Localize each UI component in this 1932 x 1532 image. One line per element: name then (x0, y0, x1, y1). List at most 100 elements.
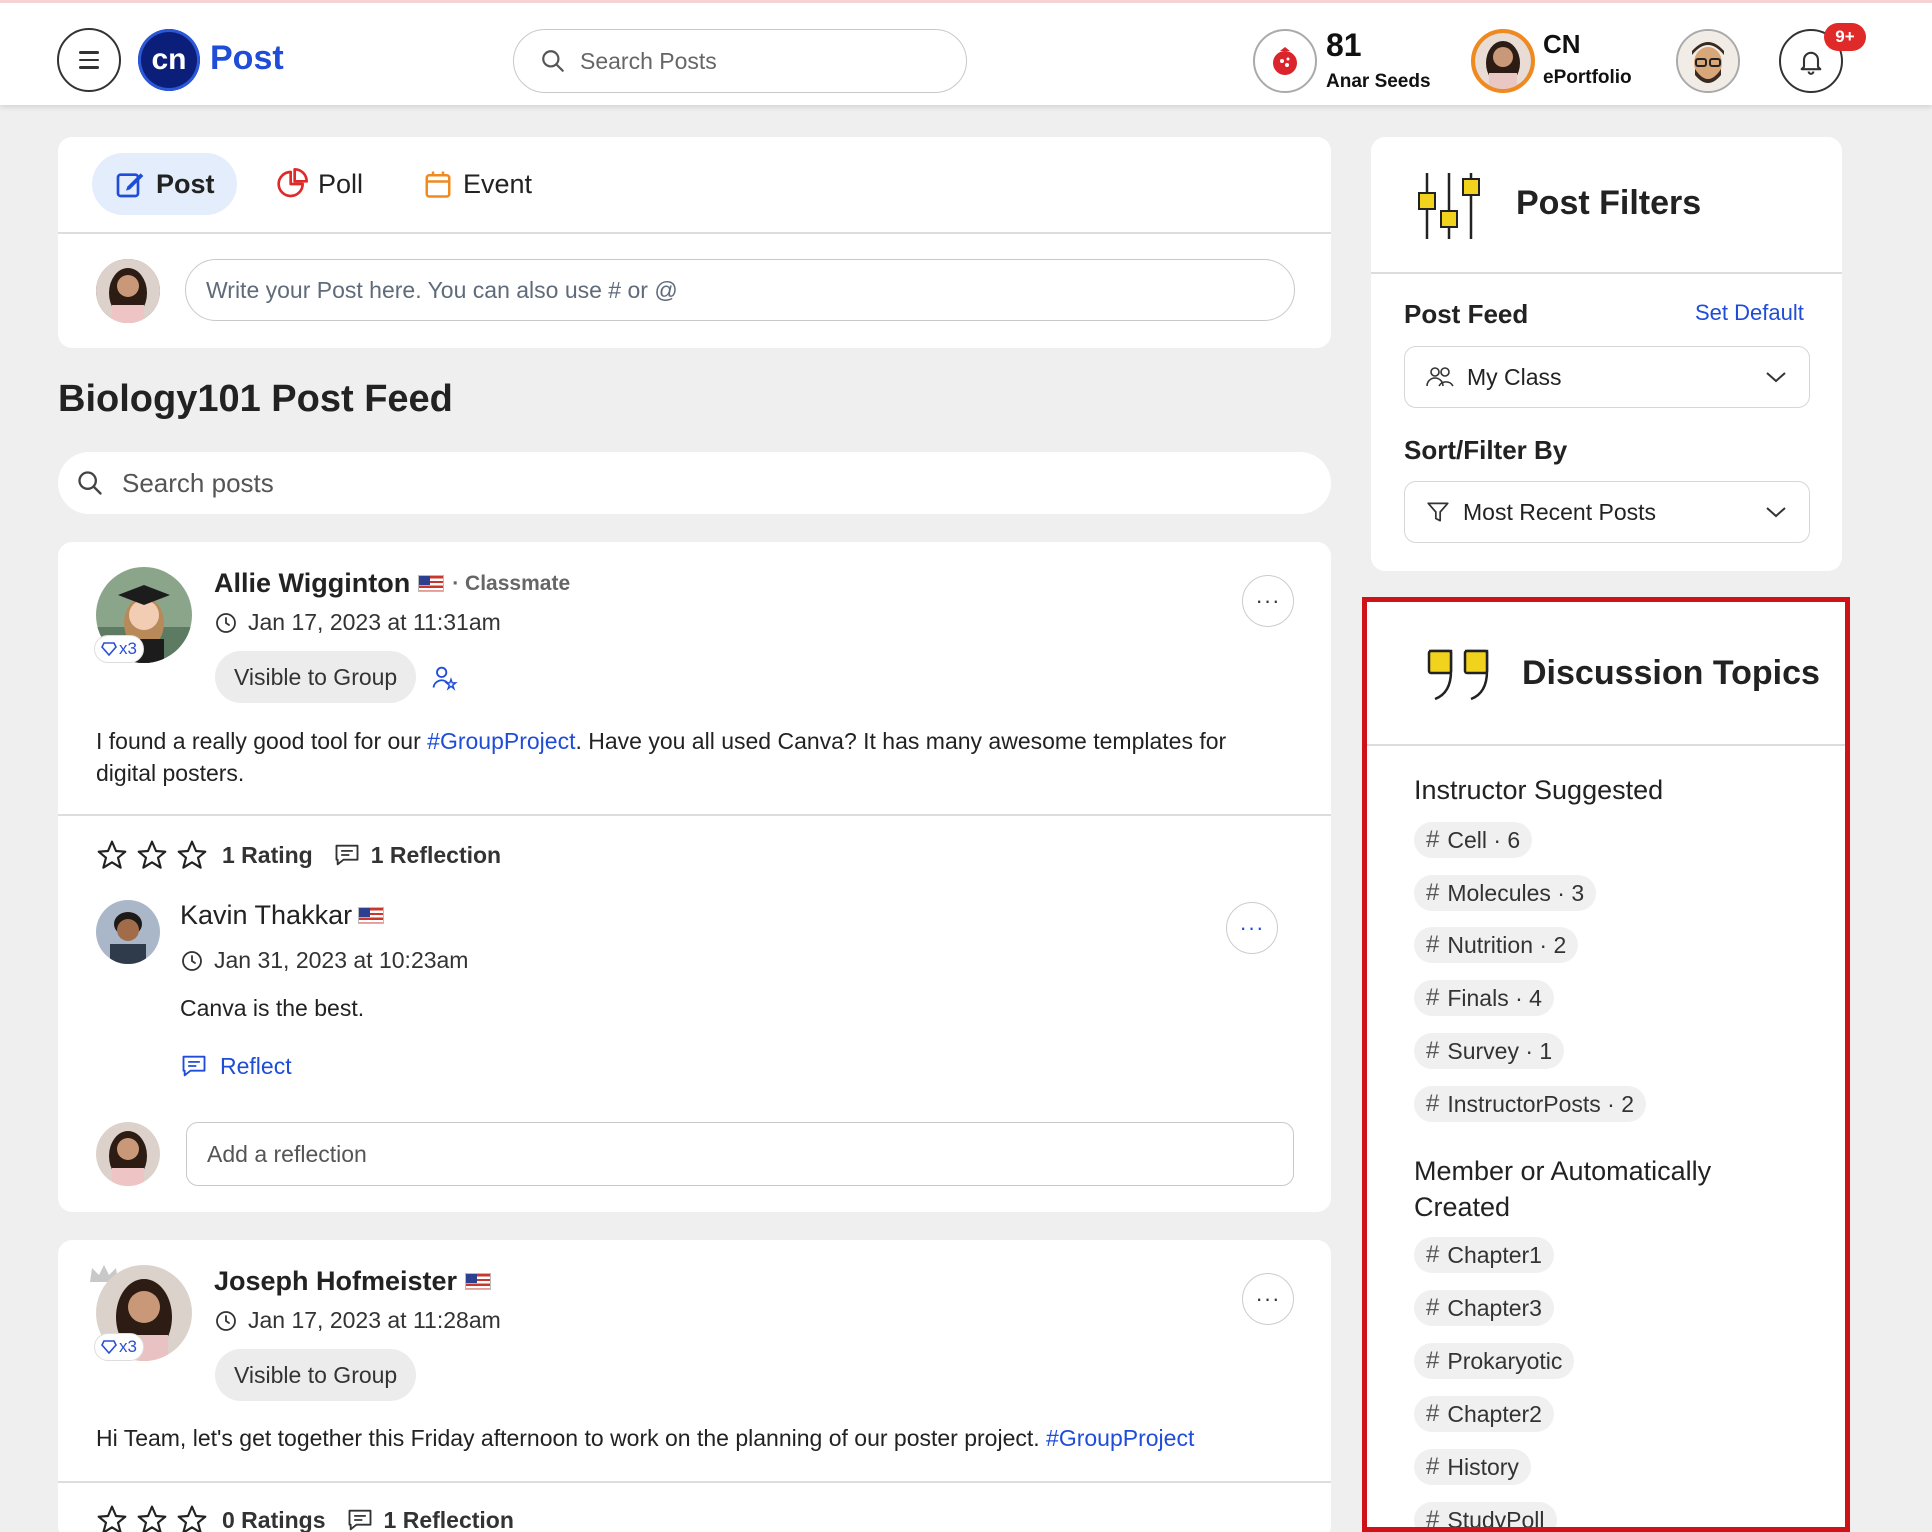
us-flag-icon (358, 907, 385, 924)
comment-icon (335, 844, 359, 866)
chevron-down-icon (1766, 507, 1786, 518)
pie-chart-icon (277, 168, 308, 198)
set-default-link[interactable]: Set Default (1695, 300, 1804, 326)
topic-chip-prokaryotic[interactable]: # Prokaryotic (1414, 1343, 1575, 1379)
post-body-text: Hi Team, let's get together this Friday … (96, 1425, 1047, 1451)
hashtag-icon: # (1426, 1347, 1440, 1374)
visibility-badge[interactable]: Visible to Group (215, 651, 417, 703)
comment-icon (182, 1055, 206, 1077)
star-icon[interactable] (96, 839, 128, 871)
eportfolio-avatar[interactable] (1471, 29, 1535, 93)
edit-icon (116, 173, 144, 198)
post-card: x3 Joseph Hofmeister Jan 17, 2023 at 11:… (58, 1240, 1331, 1532)
topic-name: Prokaryotic (1447, 1347, 1563, 1374)
hashtag-icon: # (1426, 1400, 1440, 1427)
topic-chip-chapter1[interactable]: # Chapter1 (1414, 1237, 1554, 1273)
tab-poll-label: Poll (318, 168, 364, 199)
topic-name: Cell (1447, 826, 1487, 853)
star-icon[interactable] (136, 1504, 168, 1532)
brand-logo[interactable]: cn (138, 29, 200, 91)
user-avatar[interactable] (1676, 29, 1740, 93)
post-more-button[interactable]: ··· (1242, 575, 1294, 627)
topic-chip-finals[interactable]: # Finals · 4 (1414, 980, 1554, 1016)
visibility-badge[interactable]: Visible to Group (215, 1349, 417, 1401)
post-author[interactable]: Joseph Hofmeister (214, 1266, 492, 1297)
anar-seeds-count: 81 (1326, 27, 1362, 63)
reflection-count-label: 1 Reflection (370, 841, 502, 868)
hashtag-link[interactable]: #GroupProject (1046, 1425, 1194, 1451)
hashtag-icon: # (1426, 1294, 1440, 1321)
feed-search-input[interactable]: Search posts (58, 452, 1331, 514)
star-icon[interactable] (136, 839, 168, 871)
post-body-text: I found a really good tool for our (96, 728, 428, 754)
top-search-input[interactable]: Search Posts (513, 29, 967, 93)
reflection-author-name[interactable]: Kavin Thakkar (180, 900, 352, 931)
bell-icon (1800, 51, 1822, 75)
tab-poll[interactable]: Poll (254, 153, 385, 215)
reflect-button[interactable]: Reflect (180, 1052, 292, 1080)
topic-chip-cell[interactable]: # Cell · 6 (1414, 822, 1533, 858)
topic-chip-chapter3[interactable]: # Chapter3 (1414, 1290, 1554, 1326)
reflection-count[interactable]: 1 Reflection (346, 1506, 514, 1532)
post-feed-dropdown[interactable]: My Class (1404, 346, 1810, 408)
reflection-more-button[interactable]: ··· (1226, 902, 1278, 954)
topic-chip-studypoll[interactable]: # StudyPoll (1414, 1502, 1557, 1532)
topic-chip-history[interactable]: # History (1414, 1449, 1531, 1485)
brand-title[interactable]: Post (210, 39, 284, 78)
hashtag-link[interactable]: #GroupProject (427, 728, 575, 754)
topic-chip-survey[interactable]: # Survey · 1 (1414, 1033, 1565, 1069)
post-author[interactable]: Allie Wigginton · Classmate (214, 568, 570, 599)
topic-chip-chapter2[interactable]: # Chapter2 (1414, 1396, 1554, 1432)
post-author-name[interactable]: Joseph Hofmeister (214, 1266, 457, 1297)
reflection-author[interactable]: Kavin Thakkar (180, 900, 385, 931)
topic-chip-instructorposts[interactable]: # InstructorPosts · 2 (1414, 1086, 1646, 1122)
eportfolio-label[interactable]: ePortfolio (1543, 67, 1632, 89)
group-members-icon[interactable] (430, 663, 458, 691)
us-flag-icon (465, 1273, 492, 1290)
anar-seeds-button[interactable] (1253, 29, 1317, 93)
hashtag-icon: # (1426, 1241, 1440, 1268)
post-composer-input[interactable]: Write your Post here. You can also use #… (185, 259, 1295, 321)
post-divider (58, 1481, 1331, 1483)
top-search-placeholder: Search Posts (580, 47, 717, 74)
star-icon[interactable] (176, 839, 208, 871)
topic-chip-molecules[interactable]: # Molecules · 3 (1414, 875, 1597, 911)
topic-count: · 1 (1525, 1037, 1553, 1064)
badge-count: x3 (94, 1333, 144, 1361)
rating-stars[interactable] (96, 839, 208, 871)
tab-post[interactable]: Post (92, 153, 237, 215)
hashtag-icon: # (1426, 1037, 1440, 1064)
star-icon[interactable] (176, 1504, 208, 1532)
post-card: x3 Allie Wigginton · Classmate Jan 17, 2… (58, 542, 1331, 1212)
chevron-down-icon (1766, 372, 1786, 383)
post-author-name[interactable]: Allie Wigginton (214, 568, 410, 599)
sort-filter-dropdown[interactable]: Most Recent Posts (1404, 481, 1810, 543)
rating-count[interactable]: 0 Ratings (222, 1507, 326, 1532)
topic-name: Chapter3 (1447, 1294, 1542, 1321)
hamburger-menu-button[interactable] (57, 28, 121, 92)
rating-stars[interactable] (96, 1504, 208, 1532)
diamond-icon (101, 1340, 117, 1354)
sort-filter-value: Most Recent Posts (1463, 498, 1657, 525)
sort-filter-label: Sort/Filter By (1404, 435, 1568, 465)
hashtag-icon: # (1426, 826, 1440, 853)
star-icon[interactable] (96, 1504, 128, 1532)
feed-title: Biology101 Post Feed (58, 378, 453, 420)
topic-name: Chapter1 (1447, 1241, 1542, 1268)
rating-count[interactable]: 1 Rating (222, 842, 313, 869)
eportfolio-title[interactable]: CN (1543, 29, 1581, 60)
clock-icon (182, 950, 202, 971)
post-body: Hi Team, let's get together this Friday … (96, 1422, 1296, 1454)
topic-name: History (1447, 1453, 1519, 1480)
reflection-author-avatar[interactable] (96, 900, 160, 964)
hashtag-icon: # (1426, 1506, 1440, 1532)
tab-event[interactable]: Event (401, 153, 554, 215)
filter-sliders-icon (1418, 173, 1480, 239)
reflection-count[interactable]: 1 Reflection (333, 841, 501, 869)
add-reflection-input[interactable]: Add a reflection (186, 1122, 1294, 1186)
topic-chip-nutrition[interactable]: # Nutrition · 2 (1414, 927, 1579, 963)
post-rating-row: 0 Ratings 1 Reflection (96, 1504, 514, 1532)
reflection-count-label: 1 Reflection (383, 1506, 514, 1532)
post-more-button[interactable]: ··· (1242, 1273, 1294, 1325)
topic-name: Molecules (1447, 879, 1551, 906)
